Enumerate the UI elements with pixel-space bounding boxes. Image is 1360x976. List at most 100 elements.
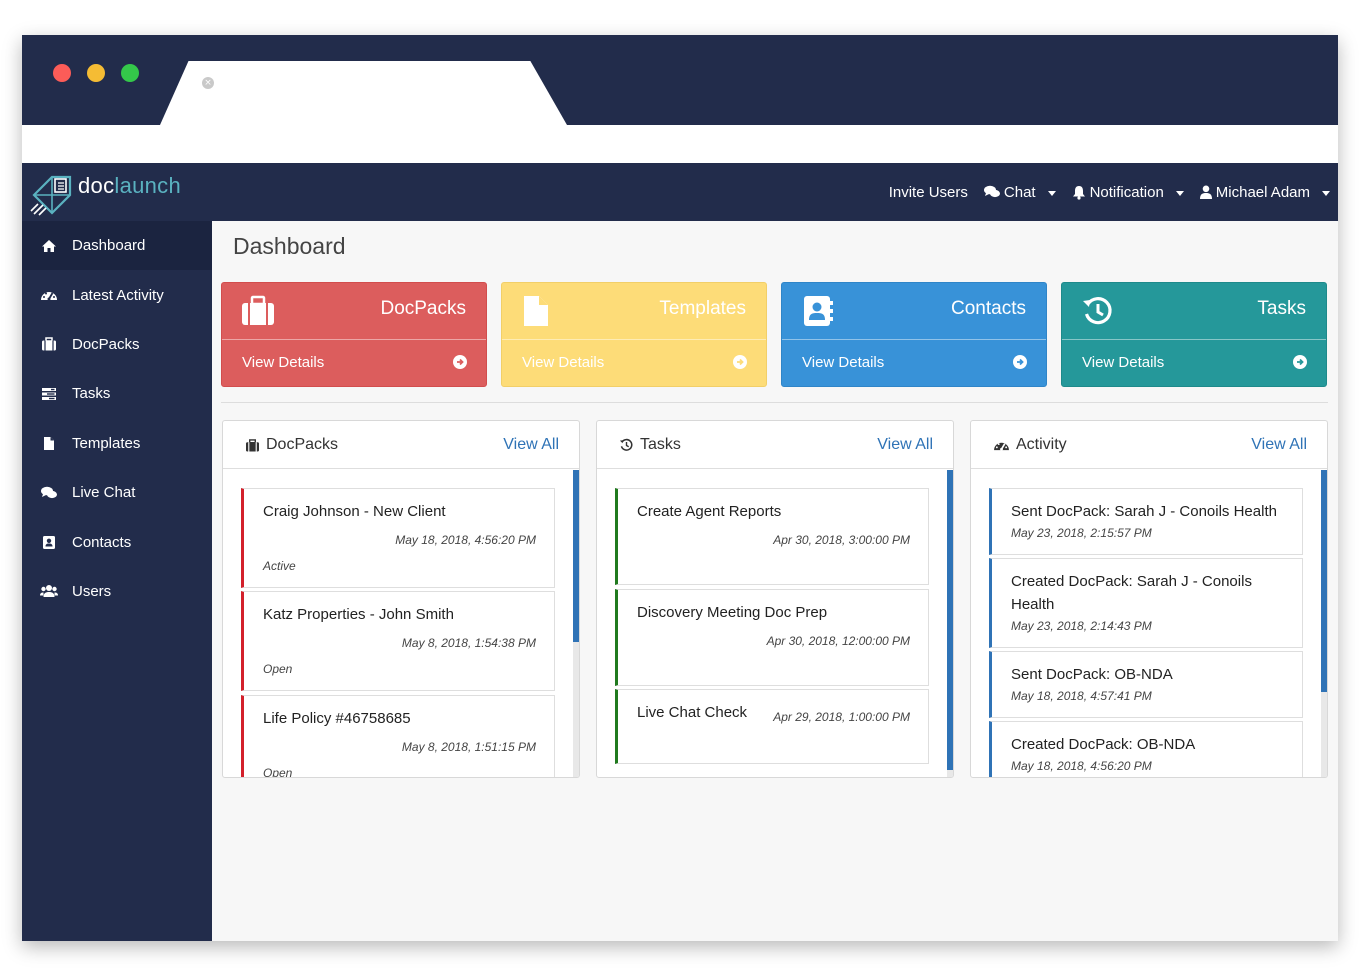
- list-item[interactable]: Create Agent Reports Apr 30, 2018, 3:00:…: [615, 488, 929, 585]
- sidebar-item-users[interactable]: Users: [22, 567, 212, 616]
- tile-header: DocPacks: [222, 283, 486, 340]
- bell-icon: [1072, 185, 1085, 200]
- list-item[interactable]: Created DocPack: OB-NDA May 18, 2018, 4:…: [989, 721, 1303, 777]
- logo-text: doclaunch: [78, 173, 181, 199]
- activity-list: Sent DocPack: Sarah J - Conoils Health M…: [971, 470, 1327, 777]
- tile-tasks[interactable]: Tasks View Details: [1061, 282, 1327, 387]
- chat-dropdown[interactable]: Chat: [983, 184, 1056, 201]
- view-all-link[interactable]: View All: [1251, 436, 1307, 454]
- item-title: Sent DocPack: Sarah J - Conoils Health: [1011, 503, 1277, 520]
- list-item[interactable]: Live Chat Check Apr 29, 2018, 1:00:00 PM: [615, 689, 929, 764]
- address-book-icon: [804, 296, 833, 326]
- users-icon: [40, 583, 58, 599]
- tab-close-icon[interactable]: ×: [202, 77, 214, 89]
- list-item[interactable]: Katz Properties - John Smith May 8, 2018…: [241, 591, 555, 691]
- tile-footer[interactable]: View Details: [222, 340, 486, 386]
- panel-header: Tasks View All: [597, 421, 953, 469]
- item-title: Sent DocPack: OB-NDA: [1011, 666, 1173, 683]
- sidebar-item-label: Templates: [72, 434, 141, 452]
- browser-tab[interactable]: ×: [160, 61, 567, 125]
- chat-icon: [40, 485, 58, 501]
- sidebar-item-templates[interactable]: Templates: [22, 419, 212, 468]
- tile-title: DocPacks: [380, 298, 466, 319]
- list-item[interactable]: Discovery Meeting Doc Prep Apr 30, 2018,…: [615, 589, 929, 686]
- item-date: May 23, 2018, 2:15:57 PM: [1011, 526, 1152, 540]
- sidebar-item-live-chat[interactable]: Live Chat: [22, 468, 212, 517]
- address-bar[interactable]: [22, 125, 1338, 163]
- notification-dropdown[interactable]: Notification: [1072, 184, 1184, 201]
- item-title: Live Chat Check: [637, 704, 748, 721]
- maximize-window-button[interactable]: [121, 64, 139, 82]
- panel-title-text: DocPacks: [266, 436, 339, 453]
- user-dropdown[interactable]: Michael Adam: [1199, 184, 1330, 201]
- briefcase-icon: [246, 438, 259, 452]
- logo[interactable]: doclaunch: [30, 173, 181, 217]
- tile-docpacks[interactable]: DocPacks View Details: [221, 282, 487, 387]
- minimize-window-button[interactable]: [87, 64, 105, 82]
- home-icon: [40, 238, 58, 254]
- file-icon: [40, 435, 58, 451]
- sidebar-item-contacts[interactable]: Contacts: [22, 517, 212, 566]
- activity-panel: Activity View All Sent DocPack: Sarah J …: [970, 420, 1328, 778]
- item-title: Created DocPack: Sarah J - Conoils Healt…: [1011, 573, 1252, 613]
- close-window-button[interactable]: [53, 64, 71, 82]
- view-all-link[interactable]: View All: [877, 436, 933, 454]
- arrow-circle-right-icon: [733, 355, 747, 369]
- item-date: Apr 30, 2018, 3:00:00 PM: [773, 533, 910, 547]
- sidebar-item-label: Dashboard: [72, 237, 146, 255]
- tasks-panel: Tasks View All Create Agent Reports Apr …: [596, 420, 954, 778]
- status-badge: Open: [263, 766, 293, 778]
- tile-templates[interactable]: Templates View Details: [501, 282, 767, 387]
- view-details-link[interactable]: View Details: [1082, 354, 1164, 371]
- view-details-link[interactable]: View Details: [242, 354, 324, 371]
- top-navbar: doclaunch Invite Users Chat Notification…: [22, 163, 1338, 221]
- status-badge: Active: [263, 559, 296, 573]
- sidebar-item-tasks[interactable]: Tasks: [22, 369, 212, 418]
- list-item[interactable]: Sent DocPack: Sarah J - Conoils Health M…: [989, 488, 1303, 555]
- logo-text-accent: launch: [114, 173, 182, 198]
- item-date: Apr 29, 2018, 1:00:00 PM: [773, 710, 910, 724]
- tile-contacts[interactable]: Contacts View Details: [781, 282, 1047, 387]
- sidebar-item-label: DocPacks: [72, 335, 140, 353]
- sidebar-item-docpacks[interactable]: DocPacks: [22, 320, 212, 369]
- panel-header: DocPacks View All: [223, 421, 579, 469]
- chevron-down-icon: [1322, 190, 1330, 196]
- tile-footer[interactable]: View Details: [502, 340, 766, 386]
- item-date: May 18, 2018, 4:57:41 PM: [1011, 689, 1152, 703]
- tile-title: Tasks: [1257, 298, 1306, 319]
- panel-title: DocPacks: [245, 436, 338, 454]
- list-item[interactable]: Life Policy #46758685 May 8, 2018, 1:51:…: [241, 695, 555, 778]
- list-item[interactable]: Sent DocPack: OB-NDA May 18, 2018, 4:57:…: [989, 651, 1303, 718]
- tile-title: Contacts: [951, 298, 1026, 319]
- docpacks-list: Craig Johnson - New Client May 18, 2018,…: [223, 470, 579, 778]
- invite-users-label: Invite Users: [888, 183, 968, 201]
- arrow-circle-right-icon: [453, 355, 467, 369]
- list-item[interactable]: Created DocPack: Sarah J - Conoils Healt…: [989, 558, 1303, 648]
- nav-right: Invite Users Chat Notification Michael A…: [889, 163, 1330, 221]
- main-content: Dashboard DocPacks View Details Template…: [212, 221, 1338, 941]
- briefcase-icon: [242, 295, 274, 325]
- tasks-list: Create Agent Reports Apr 30, 2018, 3:00:…: [597, 470, 953, 777]
- item-date: May 23, 2018, 2:14:43 PM: [1011, 619, 1152, 633]
- chevron-down-icon: [1175, 190, 1184, 196]
- arrow-circle-right-icon: [1013, 355, 1027, 369]
- view-details-link[interactable]: View Details: [522, 354, 604, 371]
- item-title: Craig Johnson - New Client: [263, 503, 446, 520]
- view-all-link[interactable]: View All: [503, 436, 559, 454]
- tile-footer[interactable]: View Details: [782, 340, 1046, 386]
- status-badge: Open: [263, 662, 293, 676]
- sidebar-item-latest-activity[interactable]: Latest Activity: [22, 270, 212, 319]
- tile-title: Templates: [659, 298, 746, 319]
- sidebar-item-dashboard[interactable]: Dashboard: [22, 221, 212, 271]
- chat-icon: [983, 185, 1000, 198]
- view-details-link[interactable]: View Details: [802, 354, 884, 371]
- item-date: May 8, 2018, 1:51:15 PM: [401, 740, 536, 754]
- tile-footer[interactable]: View Details: [1062, 340, 1326, 386]
- item-date: May 18, 2018, 4:56:20 PM: [1011, 759, 1152, 773]
- sidebar-item-label: Users: [72, 582, 112, 600]
- invite-users-link[interactable]: Invite Users: [889, 184, 968, 201]
- sidebar-item-label: Live Chat: [72, 484, 136, 502]
- list-item[interactable]: Craig Johnson - New Client May 18, 2018,…: [241, 488, 555, 588]
- sidebar-item-label: Tasks: [72, 385, 111, 403]
- history-icon: [1083, 297, 1112, 325]
